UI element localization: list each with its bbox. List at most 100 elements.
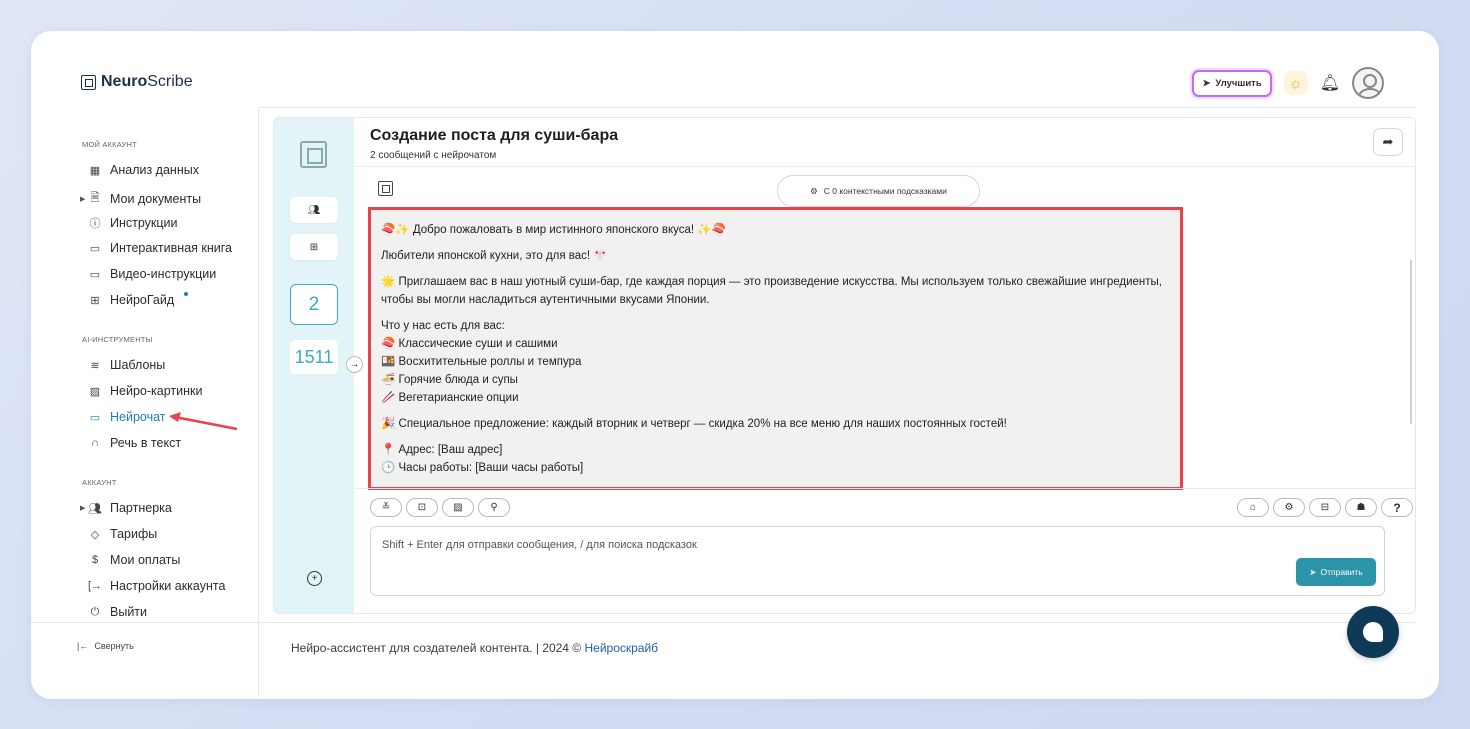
bell-icon[interactable]: 🔔︎ [1320,73,1340,93]
puzzle-icon: ⌂ [1249,502,1257,513]
sidebar-item-neurochat[interactable]: ▭ Нейрочат [88,410,166,424]
expand-rail-arrow-icon[interactable]: → [346,356,363,373]
title-divider [354,166,1415,167]
caret-right-icon: ▶ [80,505,86,512]
users-toggle-button[interactable]: 👥︎ [290,197,338,223]
message-address: 📍 Адрес: [Ваш адрес] [381,444,503,456]
grid-toggle-button[interactable]: ⊞ [290,234,338,260]
chat-panel: 👥︎ ⊞ 2 1511 + → Создание поста для суши-… [273,117,1416,614]
dollar-icon: $ [91,554,99,566]
sidebar-item-video-instructions[interactable]: ▭ Видео-инструкции [88,267,216,281]
sidebar-item-account-settings[interactable]: [→ Настройки аккаунта [88,579,225,593]
panel-icon: ⊟ [1320,502,1330,513]
sidebar-item-logout[interactable]: ⏻ Выйти [88,605,147,619]
settings-button[interactable]: ⚙ [1273,498,1305,517]
assistant-logo-icon [378,181,393,196]
help-button[interactable]: ? [1381,498,1413,517]
wand-icon: ⚲ [490,502,498,513]
headphones-icon: ∩ [91,437,99,449]
help-circle-icon: ⓘ [89,218,101,230]
gear-icon: ⚙ [1284,502,1294,513]
message-intro: Любители японской кухни, это для вас! 🎌 [381,250,608,262]
avatar[interactable] [1352,67,1384,99]
message-offer: 🎉 Специальное предложение: каждый вторни… [381,418,1007,430]
sidebar-item-speech-to-text[interactable]: ∩ Речь в текст [88,436,181,450]
pointer-arrow-annotation [169,412,238,431]
list-item: 🥢 Вегетарианские опции [381,392,519,404]
logo-icon [81,74,96,90]
sidebar-item-interactive-book[interactable]: ▭ Интерактивная книга [88,241,232,255]
sidebar-item-tariffs[interactable]: ◇ Тарифы [88,527,157,541]
sidebar-item-neuroguide[interactable]: ⊞ НейроГайд [88,292,189,307]
grid-icon: ⊞ [309,241,319,253]
messages-count: 2 [290,284,338,325]
rail-logo-icon [300,141,327,168]
sidebar-item-neuro-images[interactable]: ▨ Нейро-картинки [88,384,203,398]
input-toolbar-right: ⌂ ⚙ ⊟ ☗ ? [1237,498,1413,517]
chat-rail: 👥︎ ⊞ 2 1511 + [274,118,354,613]
input-divider [354,488,1415,489]
header-actions: ➤ Улучшить ☼ 🔔︎ [1192,67,1384,99]
image-icon: ▨ [89,385,101,398]
plugin-button[interactable]: ⌂ [1237,498,1269,517]
layout-button[interactable]: ⊟ [1309,498,1341,517]
new-dot-icon [184,292,189,296]
chat-title: Создание поста для суши-бара [370,127,619,144]
chevrons-down-icon: ≚ [381,502,391,513]
upgrade-button[interactable]: ➤ Улучшить [1192,69,1272,97]
list-item: 🍜 Горячие блюда и супы [381,374,518,386]
header-divider [259,107,1415,108]
bot-button[interactable]: ☗ [1345,498,1377,517]
chat-subtitle: 2 сообщений с нейрочатом [370,150,497,161]
brand-logo[interactable]: NeuroScribe [81,73,193,91]
chat-scrollbar[interactable] [1410,260,1412,424]
sidebar-item-partners[interactable]: ▶ 👥︎ Партнерка [80,501,172,515]
sidebar-item-my-payments[interactable]: $ Мои оплаты [88,553,180,567]
sidebar-item-data-analysis[interactable]: ▦ Анализ данных [88,163,199,177]
list-item: 🍣 Классические суши и сашими [381,338,558,350]
book-icon: ▭ [89,242,101,255]
collapse-chevron-button[interactable]: ≚ [370,498,402,517]
send-button[interactable]: ➤ Отправить [1296,558,1376,586]
magic-wand-button[interactable]: ⚲ [478,498,510,517]
list-item: 🍱 Восхитительные роллы и темпура [381,356,582,368]
image-button[interactable]: ▨ [442,498,474,517]
message-greeting: 🍣✨ Добро пожаловать в мир истинного япон… [381,224,726,236]
message-input-placeholder: Shift + Enter для отправки сообщения, / … [382,539,697,551]
send-icon: ➤ [1309,566,1317,577]
login-icon: [→ [88,580,103,592]
footer: Нейро-ассистент для создателей контента.… [291,641,659,655]
download-button[interactable]: ⊡ [406,498,438,517]
footer-link[interactable]: Нейроскрайб [584,641,658,655]
collapse-sidebar-button[interactable]: |← Свернуть [77,641,134,651]
power-icon: ⏻ [90,605,100,618]
share-button[interactable]: ➦ [1373,128,1403,156]
app-window: NeuroScribe ➤ Улучшить ☼ 🔔︎ МОЙ АККАУНТ … [31,31,1439,699]
message-input[interactable]: Shift + Enter для отправки сообщения, / … [370,526,1385,596]
question-icon: ? [1393,500,1401,515]
sidebar-item-templates[interactable]: ≋ Шаблоны [88,358,165,372]
sidebar-item-instructions[interactable]: ⓘ Инструкции [88,215,178,231]
tag-icon: ◇ [90,528,100,541]
context-hints-button[interactable]: ⚙ С 0 контекстными подсказками [777,175,980,207]
message-invite: 🌟 Приглашаем вас в наш уютный суши-бар, … [381,276,1162,306]
new-chat-plus-icon[interactable]: + [307,571,322,586]
assistant-message: 🍣✨ Добро пожаловать в мир истинного япон… [368,207,1183,490]
robot-icon: ☗ [1356,502,1366,513]
section-title-account: АККАУНТ [82,478,117,487]
collapse-icon: |← [77,641,89,651]
support-chat-bubble[interactable] [1347,606,1399,658]
message-list-title: Что у нас есть для вас: [381,320,505,332]
sidebar-bottom-divider [31,622,259,623]
rocket-icon: ➤ [1202,77,1211,89]
tokens-count: 1511 [290,340,338,374]
users-icon: 👥︎ [307,204,321,216]
table-icon: ⊞ [90,294,100,307]
grid-icon: ▦ [89,164,101,177]
document-icon: 🗎 [90,192,100,204]
footer-divider [259,622,1415,623]
sidebar-item-my-documents[interactable]: ▶ 🗎 Мои документы [80,189,201,208]
chat-icon: ▭ [89,411,101,424]
video-icon: ▭ [89,268,101,281]
theme-toggle-sun-icon[interactable]: ☼ [1283,71,1308,95]
